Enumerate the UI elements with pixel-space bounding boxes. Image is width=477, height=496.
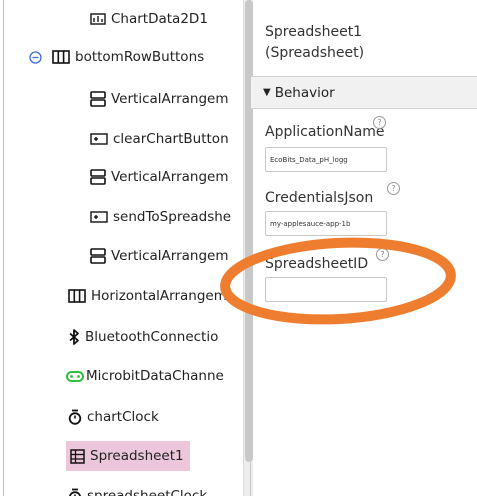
credentials-json-field[interactable]: [265, 211, 387, 236]
vertical-arrangement-icon: [90, 91, 106, 107]
tree-item-label: BluetoothConnectio: [85, 329, 219, 345]
tree-item-sendtospreadsheet[interactable]: sendToSpreadshe: [90, 202, 231, 232]
spreadsheet-icon: [70, 448, 85, 464]
bluetooth-icon: [68, 329, 80, 345]
tree-item-label: ChartData2D1: [111, 11, 208, 27]
tree-item-verticalarrangement[interactable]: VerticalArrangem: [90, 162, 229, 192]
tree-item-spreadsheet1[interactable]: Spreadsheet1: [66, 441, 190, 471]
tree-item-verticalarrangement[interactable]: VerticalArrangem: [90, 241, 229, 271]
help-icon[interactable]: ?: [373, 116, 386, 129]
collapse-icon[interactable]: [28, 50, 42, 64]
properties-title: Spreadsheet1 (Spreadsheet): [265, 22, 364, 64]
highlight-oval: [220, 237, 456, 325]
tree-item-horizontalarrangement[interactable]: HorizontalArrangem: [68, 281, 227, 311]
component-tree: ChartData2D1 bottomRowButtons VerticalAr…: [4, 0, 244, 496]
help-icon[interactable]: ?: [387, 182, 400, 195]
tree-item-bluetoothconnection[interactable]: BluetoothConnectio: [68, 322, 218, 352]
tree-item-label: HorizontalArrangem: [91, 288, 227, 304]
clock-icon: [68, 488, 82, 496]
tree-item-label: chartClock: [87, 409, 159, 425]
tree-item-microbitdatachannel[interactable]: MicrobitDataChanne: [66, 361, 224, 391]
credentials-json-label: CredentialsJson: [265, 190, 374, 206]
tree-item-label: VerticalArrangem: [111, 169, 229, 185]
behavior-section-header[interactable]: ▼ Behavior: [251, 76, 477, 109]
tree-item-label: spreadsheetClock: [87, 488, 208, 496]
table-arrangement-icon: [52, 50, 70, 64]
tree-item-label: VerticalArrangem: [111, 91, 229, 107]
section-label: Behavior: [274, 84, 335, 101]
tree-item-label: bottomRowButtons: [75, 49, 205, 65]
vertical-arrangement-icon: [90, 248, 106, 264]
tree-item-chartdata2d1[interactable]: ChartData2D1: [90, 4, 208, 34]
microbit-icon: [66, 370, 84, 382]
tree-item-verticalarrangement[interactable]: VerticalArrangem: [90, 84, 229, 114]
chart-data-icon: [90, 13, 106, 25]
button-icon: [90, 133, 108, 145]
application-name-label: ApplicationName: [265, 124, 385, 140]
tree-item-label: VerticalArrangem: [111, 248, 229, 264]
application-name-field[interactable]: [265, 147, 387, 172]
button-icon: [90, 211, 108, 223]
tree-item-label: Spreadsheet1: [90, 448, 184, 464]
tree-item-clearchartbutton[interactable]: clearChartButton: [90, 124, 229, 154]
vertical-arrangement-icon: [90, 169, 106, 185]
tree-item-chartclock[interactable]: chartClock: [68, 402, 159, 432]
component-type: (Spreadsheet): [265, 45, 365, 61]
tree-item-label: clearChartButton: [113, 131, 229, 147]
tree-item-spreadsheetclock[interactable]: spreadsheetClock: [68, 481, 207, 496]
triangle-down-icon: ▼: [263, 87, 271, 98]
tree-item-label: MicrobitDataChanne: [86, 368, 224, 384]
tree-item-label: sendToSpreadshe: [113, 209, 232, 225]
component-name: Spreadsheet1: [265, 24, 363, 40]
horizontal-arrangement-icon: [68, 289, 86, 303]
tree-item-bottomrowbuttons[interactable]: bottomRowButtons: [52, 42, 204, 72]
clock-icon: [68, 409, 82, 425]
